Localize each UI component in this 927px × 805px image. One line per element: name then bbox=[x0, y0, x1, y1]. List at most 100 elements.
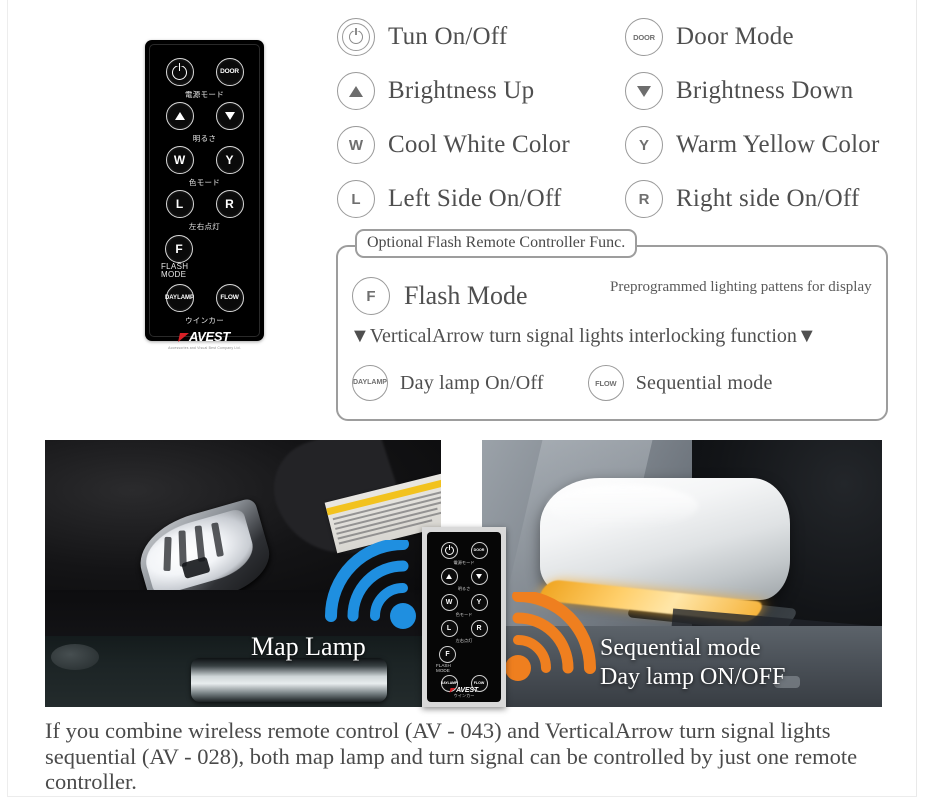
power-icon bbox=[172, 61, 187, 80]
mini-power-button[interactable] bbox=[440, 542, 458, 559]
mini-white-button[interactable]: W bbox=[440, 594, 458, 611]
sequential-mirror-photo: Sequential mode Day lamp ON/OFF bbox=[482, 440, 882, 707]
mini-brightness-down-button[interactable] bbox=[470, 568, 488, 585]
remote-row-power: DOOR bbox=[145, 58, 264, 86]
legend-label: Brightness Up bbox=[388, 77, 535, 104]
mini-label-lr-lighting: 左右点灯 bbox=[455, 638, 473, 643]
optional-box-tab-label: Optional Flash Remote Controller Func. bbox=[355, 229, 638, 258]
remote-label-winker: ウインカー bbox=[185, 316, 224, 325]
remote-flow-button[interactable]: FLOW bbox=[215, 284, 244, 312]
triangle-down-icon bbox=[476, 574, 482, 579]
legend-list: Tun On/Off DOOR Door Mode Brightness Up … bbox=[337, 10, 921, 226]
remote-row-flash: F bbox=[145, 235, 284, 263]
legend-item-brightness-up: Brightness Up bbox=[337, 72, 625, 110]
bottom-caption: If you combine wireless remote control (… bbox=[45, 718, 858, 794]
white-color-icon: W bbox=[337, 126, 375, 164]
remote-power-button[interactable] bbox=[165, 58, 194, 86]
mini-brightness-up-button[interactable] bbox=[440, 568, 458, 585]
mini-flash-button[interactable]: F bbox=[439, 646, 456, 663]
left-side-icon: L bbox=[337, 180, 375, 218]
triangle-down-icon bbox=[625, 72, 663, 110]
legend-item-brightness-down: Brightness Down bbox=[625, 72, 921, 110]
remote-row-brightness bbox=[145, 102, 264, 130]
remote-label-power-mode: 電源モード bbox=[185, 90, 224, 99]
remote-brightness-up-button[interactable] bbox=[165, 102, 194, 130]
day-lamp-line2: LAMP bbox=[177, 294, 195, 301]
remote-label-flash-mode-2: MODE bbox=[161, 270, 187, 279]
flash-mode-description: Preprogrammed lighting pattens for displ… bbox=[610, 279, 872, 295]
remote-right-button[interactable]: R bbox=[215, 190, 244, 218]
legend-item-warm-yellow: Y Warm Yellow Color bbox=[625, 126, 921, 164]
mini-label-power-mode: 電源モード bbox=[453, 560, 475, 565]
mini-label-flash-2: MODE bbox=[436, 668, 450, 673]
remote-control-illustration: DOOR 電源モード 明るさ W Y 色モード L R 左右点灯 F FLASH… bbox=[145, 40, 264, 350]
yellow-color-icon: Y bbox=[625, 126, 663, 164]
mini-right-button[interactable]: R bbox=[470, 620, 488, 637]
remote-brightness-down-button[interactable] bbox=[215, 102, 244, 130]
sequential-mode-caption: Sequential mode Day lamp ON/OFF bbox=[600, 634, 785, 692]
remote-label-lr-lighting: 左右点灯 bbox=[188, 222, 221, 231]
legend-item-left-side: L Left Side On/Off bbox=[337, 180, 625, 218]
wireless-signal-orange bbox=[500, 592, 610, 702]
remote-day-lamp-button[interactable]: DAY LAMP bbox=[165, 284, 195, 312]
infographic-page: DOOR 電源モード 明るさ W Y 色モード L R 左右点灯 F FLASH… bbox=[0, 0, 927, 805]
legend-row: Tun On/Off DOOR Door Mode bbox=[337, 10, 921, 64]
remote-white-button[interactable]: W bbox=[165, 146, 194, 174]
caption-line-1: Sequential mode bbox=[600, 635, 761, 661]
legend-row: Brightness Up Brightness Down bbox=[337, 64, 921, 118]
caption-line-2: Day lamp ON/OFF bbox=[600, 664, 786, 690]
mini-yellow-button[interactable]: Y bbox=[470, 594, 488, 611]
power-icon bbox=[337, 18, 375, 56]
legend-label: Cool White Color bbox=[388, 131, 570, 158]
optional-items-row: DAY LAMP Day lamp On/Off FLOW Sequential… bbox=[352, 365, 773, 401]
flash-mode-name: Flash Mode bbox=[404, 281, 528, 310]
flow-icon: FLOW bbox=[587, 365, 624, 401]
legend-label: Warm Yellow Color bbox=[676, 131, 880, 158]
remote-yellow-button[interactable]: Y bbox=[215, 146, 244, 174]
remote-left-button[interactable]: L bbox=[165, 190, 194, 218]
triangle-up-icon bbox=[174, 112, 185, 120]
mini-label-brightness: 明るさ bbox=[457, 586, 471, 591]
remote-overlay-small: DOOR 電源モード 明るさ W Y 色モード L R 左右点灯 F FLASH bbox=[422, 527, 506, 707]
mini-door-button[interactable]: DOOR bbox=[470, 542, 488, 559]
mini-left-button[interactable]: L bbox=[440, 620, 458, 637]
rearview-mirror bbox=[191, 658, 387, 702]
map-lamp-caption: Map Lamp bbox=[251, 632, 366, 661]
windshield-decal bbox=[51, 644, 99, 670]
triangle-up-icon bbox=[446, 574, 452, 579]
legend-item-right-side: R Right side On/Off bbox=[625, 180, 921, 218]
remote-row-daylamp: DAY LAMP FLOW bbox=[145, 284, 264, 312]
door-icon: DOOR bbox=[625, 18, 663, 56]
legend-item-cool-white: W Cool White Color bbox=[337, 126, 625, 164]
day-lamp-label: Day lamp On/Off bbox=[400, 371, 544, 394]
legend-label: Door Mode bbox=[676, 23, 794, 50]
map-lamp-photo: Map Lamp bbox=[45, 440, 441, 707]
remote-flash-button[interactable]: F bbox=[165, 235, 193, 263]
legend-item-door: DOOR Door Mode bbox=[625, 18, 921, 56]
legend-label: Tun On/Off bbox=[388, 23, 508, 50]
avest-triangle-icon bbox=[449, 688, 456, 693]
avest-tagline: Accessories and Visual Best Company Ltd. bbox=[168, 346, 241, 350]
avest-wordmark: AVEST bbox=[178, 329, 230, 344]
remote-row-color: W Y bbox=[145, 146, 264, 174]
optional-function-box: Optional Flash Remote Controller Func. F… bbox=[336, 229, 888, 421]
legend-label: Brightness Down bbox=[676, 77, 854, 104]
power-icon bbox=[444, 544, 454, 555]
avest-triangle-icon bbox=[178, 333, 190, 342]
sequential-mode-label: Sequential mode bbox=[635, 371, 773, 394]
legend-item-power: Tun On/Off bbox=[337, 18, 625, 56]
mini-label-color-mode: 色モード bbox=[455, 612, 473, 617]
flash-mode-icon: F bbox=[352, 277, 390, 315]
legend-label: Right side On/Off bbox=[676, 185, 860, 212]
legend-row: W Cool White Color Y Warm Yellow Color bbox=[337, 118, 921, 172]
day-lamp-icon: DAY LAMP bbox=[352, 365, 388, 401]
right-side-icon: R bbox=[625, 180, 663, 218]
triangle-up-icon bbox=[337, 72, 375, 110]
remote-door-button[interactable]: DOOR bbox=[215, 58, 244, 86]
remote-row-side: L R bbox=[145, 190, 264, 218]
remote-label-brightness: 明るさ bbox=[192, 134, 217, 143]
avest-logo: AVEST Accessories and Visual Best Compan… bbox=[145, 328, 264, 350]
flash-mode-row: F Flash Mode bbox=[352, 277, 528, 315]
remote-label-color-mode: 色モード bbox=[188, 178, 221, 187]
interlock-heading: ▼VerticalArrow turn signal lights interl… bbox=[350, 325, 817, 347]
